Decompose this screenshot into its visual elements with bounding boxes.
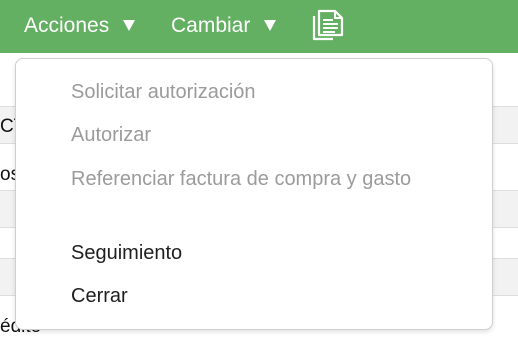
caret-down-icon (123, 19, 136, 31)
menu-item-seguimiento[interactable]: Seguimiento (71, 238, 416, 269)
cambiar-menu-button[interactable]: Cambiar (171, 12, 277, 40)
acciones-label: Acciones (24, 14, 110, 37)
cambiar-label: Cambiar (171, 14, 251, 37)
menu-item-cerrar[interactable]: Cerrar (71, 281, 416, 312)
menu-item-solicitar-autorizacion: Solicitar autorización (71, 81, 256, 103)
menu-item-referenciar-factura: Referenciar factura de compra y gasto (71, 168, 412, 190)
acciones-dropdown-menu: Solicitar autorización Autorizar Referen… (15, 58, 493, 330)
documents-icon[interactable] (311, 8, 345, 42)
caret-down-icon (264, 19, 277, 31)
acciones-menu-button[interactable]: Acciones (24, 12, 136, 40)
menu-item-autorizar: Autorizar (71, 124, 152, 146)
toolbar: Acciones Cambiar (0, 0, 518, 53)
